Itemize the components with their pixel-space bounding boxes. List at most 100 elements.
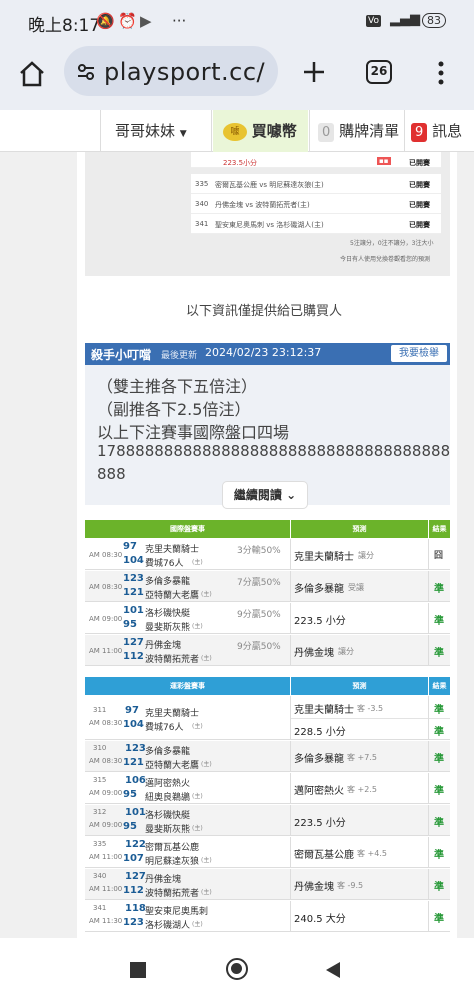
home-tag: (主) [192, 793, 203, 800]
col-header-prediction: 預測 [291, 520, 428, 538]
prediction-pick: 密爾瓦基公鹿 [294, 850, 354, 861]
home-team[interactable]: 明尼蘇達灰狼 [145, 854, 199, 867]
prediction-pick: 丹佛金塊 [294, 882, 334, 893]
home-team[interactable]: 波特蘭拓荒者 [145, 886, 199, 899]
table-row: 341 聖安東尼奧馬刺 vs 洛杉磯湖人(主) 已開賽 [191, 214, 441, 234]
result-mark: 準 [434, 914, 444, 925]
prediction-pick: 克里夫蘭騎士 [294, 552, 354, 563]
home-team[interactable]: 洛杉磯湖人 [145, 918, 190, 931]
home-team[interactable]: 曼斐斯灰熊 [145, 822, 190, 835]
system-nav-bar [0, 938, 474, 1000]
divider [290, 539, 291, 570]
divider [290, 571, 291, 602]
home-team[interactable]: 費城76人 [145, 556, 183, 569]
recents-icon[interactable] [130, 962, 146, 978]
home-tag: (主) [201, 889, 212, 896]
team-number: 101 [123, 605, 144, 616]
team-number: 127 [123, 637, 144, 648]
result-mark: 準 [434, 850, 444, 861]
result-mark: 準 [434, 786, 444, 797]
away-team[interactable]: 多倫多暴龍 [145, 744, 190, 757]
message-button[interactable]: 9 訊息 [404, 110, 474, 152]
away-team[interactable]: 丹佛金塊 [145, 872, 181, 885]
prediction-pick: 多倫多暴龍 [294, 754, 344, 765]
status-bar: 晚上8:17 🔕 ⏰ ▶ ··· Vo ▂▄▆ 83 [0, 0, 474, 44]
prediction-pick: 223.5 小分 [294, 616, 346, 627]
home-tag: (主) [201, 655, 212, 662]
report-button[interactable]: 我要檢舉 [391, 345, 447, 362]
col-header-game: 國際盤賽事 [85, 520, 290, 538]
home-team[interactable]: 亞特蘭大老鷹 [145, 758, 199, 771]
divider [428, 773, 429, 804]
away-team[interactable]: 密爾瓦基公鹿 [145, 840, 199, 853]
prediction-pick: 克里夫蘭騎士 [294, 705, 354, 716]
more-icon: ··· [172, 12, 187, 30]
game-time: AM 08:30 [89, 551, 123, 559]
result-mark: 準 [434, 727, 444, 738]
divider [290, 741, 291, 772]
home-tag: (主) [192, 722, 203, 730]
away-team[interactable]: 克里夫蘭騎士 [145, 706, 199, 719]
killer-header: 殺手小叮噹 最後更新 2024/02/23 23:12:37 我要檢舉 [85, 343, 450, 365]
prediction-odds: 客 +4.5 [357, 849, 387, 858]
team-number: 107 [123, 853, 144, 864]
divider [428, 539, 429, 570]
back-icon[interactable] [324, 960, 342, 980]
team-number: 127 [125, 871, 146, 882]
home-team[interactable]: 費城76人 [145, 720, 183, 733]
coin-icon: 噱 [223, 122, 247, 141]
home-team[interactable]: 波特蘭拓荒者 [145, 652, 199, 665]
away-team[interactable]: 洛杉磯快艇 [145, 606, 190, 619]
divider [290, 696, 291, 740]
home-team[interactable]: 亞特蘭大老鷹 [145, 588, 199, 601]
voucher-note: 今日有人使用兌換卷觀看您的預測 [340, 256, 431, 263]
game-id: 341 [93, 904, 107, 912]
cart-button[interactable]: 0 購牌清單 [309, 110, 404, 152]
game-id: 310 [93, 744, 107, 752]
url-text[interactable]: playsport.cc/ [104, 58, 265, 86]
tab-count-button[interactable]: 26 [366, 60, 392, 84]
summary-note: 5注讓分，0注不讓分，3注大小 [350, 240, 434, 247]
game-time: AM 08:30 [89, 718, 123, 727]
team-number: 97 [125, 704, 139, 716]
site-settings-icon[interactable] [76, 62, 96, 82]
buy-coin-button[interactable]: 噱 買噱幣 [213, 110, 308, 152]
home-team[interactable]: 曼斐斯灰熊 [145, 620, 190, 633]
home-tag: (主) [192, 559, 203, 566]
new-tab-icon[interactable] [302, 60, 326, 84]
result-mark: 準 [434, 616, 444, 627]
table-row: 335 AM 11:00 122 密爾瓦基公鹿 107 明尼蘇達灰狼 (主) 密爾瓦基公鹿客 … [85, 837, 450, 868]
home-team[interactable]: 紐奧良鵜鶘 [145, 790, 190, 803]
table-row: 340 AM 11:00 127 丹佛金塊 112 波特蘭拓荒者 (主) 丹佛金塊客 -9.5… [85, 869, 450, 900]
away-team[interactable]: 聖安東尼奧馬刺 [145, 904, 208, 917]
home-nav-icon[interactable] [226, 958, 248, 980]
menu-icon[interactable] [436, 60, 446, 86]
home-tag: (主) [192, 921, 203, 928]
game-id: 340 [93, 872, 107, 880]
home-tag: (主) [201, 857, 212, 864]
alarm-icon: ⏰ [118, 12, 137, 30]
col-header-result: 結果 [429, 520, 450, 538]
table-row: AM 11:00 127 丹佛金塊 112 波特蘭拓荒者 (主) 9分贏50% 丹佛金塊 讓分準 [85, 635, 450, 666]
table-row: 340 丹佛金塊 vs 波特蘭拓荒者(主) 已開賽 [191, 194, 441, 214]
result-mark: 準 [434, 882, 444, 893]
prediction-pick: 多倫多暴龍 [294, 584, 344, 595]
away-team[interactable]: 洛杉磯快艇 [145, 808, 190, 821]
predictor-name[interactable]: 殺手小叮噹 [91, 346, 151, 363]
prediction-odds: 客 +2.5 [347, 785, 377, 794]
divider [428, 696, 429, 740]
away-team[interactable]: 多倫多暴龍 [145, 574, 190, 587]
home-icon[interactable] [18, 60, 46, 88]
table-row: AM 09:00 101 洛杉磯快艇 95 曼斐斯灰熊 (主) 9分贏50% 223.5 小分… [85, 603, 450, 634]
away-team[interactable]: 邁阿密熱火 [145, 776, 190, 789]
member-menu[interactable]: 哥哥妹妹 ▼ [100, 110, 212, 152]
read-more-button[interactable]: 繼續閱讀 ⌄ [222, 481, 308, 509]
game-time: AM 11:00 [89, 853, 123, 861]
game-time: AM 11:30 [89, 917, 123, 925]
game-time: AM 09:00 [89, 615, 123, 623]
team-number: 101 [125, 807, 146, 818]
divider [290, 635, 291, 666]
badge: ▪▪ [377, 157, 391, 165]
away-team[interactable]: 丹佛金塊 [145, 638, 181, 651]
away-team[interactable]: 克里夫蘭騎士 [145, 542, 199, 555]
